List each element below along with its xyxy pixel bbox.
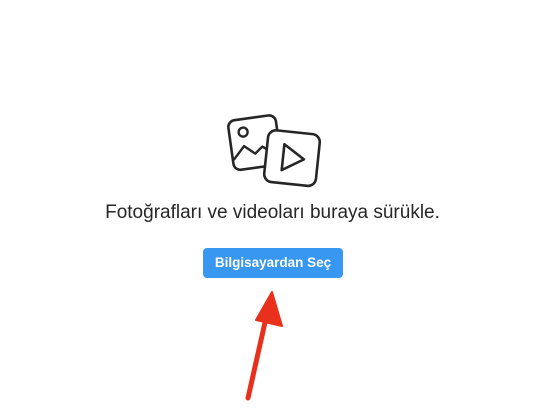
photo-video-icon (227, 114, 322, 188)
drag-drop-prompt: Fotoğrafları ve videoları buraya sürükle… (105, 202, 440, 223)
select-from-computer-button[interactable]: Bilgisayardan Seç (203, 248, 343, 278)
red-arrow-up-icon (245, 291, 283, 401)
upload-dialog-body: Fotoğrafları ve videoları buraya sürükle… (0, 0, 535, 408)
